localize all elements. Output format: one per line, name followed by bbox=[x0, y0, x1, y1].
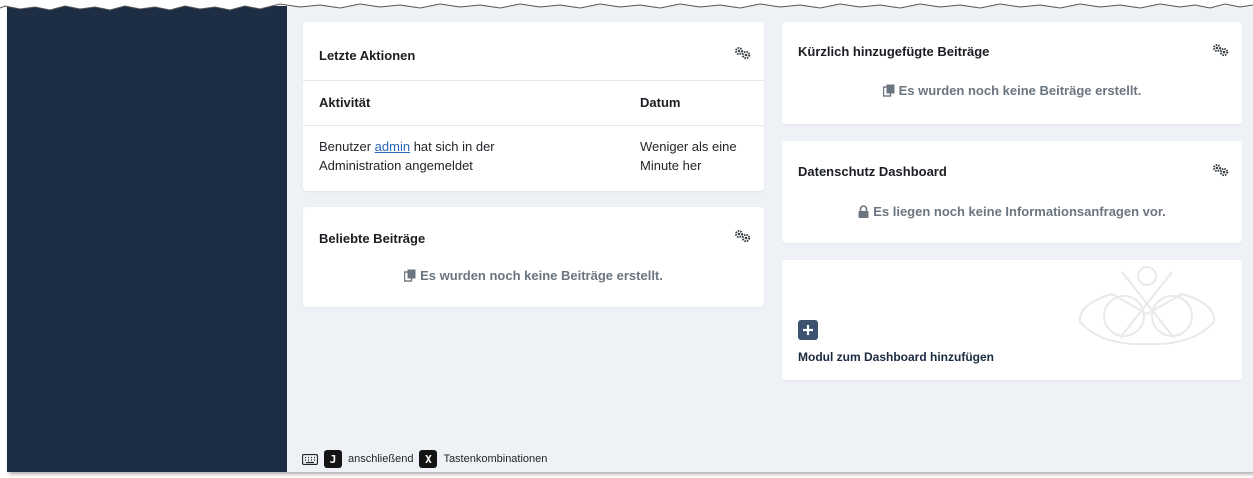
empty-message: Es wurden noch keine Beiträge erstellt. bbox=[420, 268, 663, 283]
torn-edge-decoration bbox=[0, 0, 1253, 11]
activity-text: Administration angemeldet bbox=[319, 158, 473, 173]
recent-posts-title: Kürzlich hinzugefügte Beiträge bbox=[798, 44, 990, 59]
recent-posts-card: Kürzlich hinzugefügte Beiträge Es wurden… bbox=[782, 22, 1242, 124]
activity-text: hat sich in der bbox=[410, 139, 495, 154]
date-text: Weniger als eine bbox=[640, 139, 737, 154]
keyboard-shortcuts-hint: J anschließend X Tastenkombinationen bbox=[302, 450, 547, 468]
table-row-date: Weniger als eine Minute her bbox=[640, 137, 760, 175]
gears-icon[interactable] bbox=[734, 46, 752, 60]
shortcut-label[interactable]: Tastenkombinationen bbox=[443, 453, 547, 465]
column-header-activity: Aktivität bbox=[319, 95, 371, 110]
privacy-dashboard-title: Datenschutz Dashboard bbox=[798, 164, 947, 179]
copy-icon bbox=[403, 269, 416, 282]
shortcut-then-text: anschließend bbox=[348, 453, 414, 465]
table-row-activity: Benutzer admin hat sich in der Administr… bbox=[319, 137, 619, 175]
gears-icon[interactable] bbox=[734, 229, 752, 243]
empty-message: Es liegen noch keine Informationsanfrage… bbox=[873, 204, 1166, 219]
sidebar bbox=[7, 6, 287, 472]
copy-icon bbox=[882, 84, 895, 97]
add-module-button[interactable] bbox=[798, 320, 818, 340]
emblem-watermark-icon bbox=[1078, 266, 1216, 346]
add-module-card[interactable]: Modul zum Dashboard hinzufügen bbox=[782, 260, 1242, 380]
card-divider bbox=[303, 80, 764, 81]
shortcut-key-j: J bbox=[324, 450, 342, 468]
date-text: Minute her bbox=[640, 158, 702, 173]
privacy-dashboard-card: Datenschutz Dashboard Es liegen noch kei… bbox=[782, 141, 1242, 243]
column-header-date: Datum bbox=[640, 95, 681, 110]
shortcut-key-x: X bbox=[419, 450, 438, 468]
gears-icon[interactable] bbox=[1212, 163, 1230, 177]
recent-actions-title: Letzte Aktionen bbox=[319, 48, 416, 63]
keyboard-icon bbox=[302, 453, 318, 465]
activity-text: Benutzer bbox=[319, 139, 375, 154]
popular-posts-card: Beliebte Beiträge Es wurden noch keine B… bbox=[303, 207, 764, 307]
recent-actions-card: Letzte Aktionen Aktivität Datum Benutzer… bbox=[303, 22, 764, 191]
popular-posts-empty: Es wurden noch keine Beiträge erstellt. bbox=[303, 268, 764, 283]
lock-icon bbox=[858, 205, 869, 218]
gears-icon[interactable] bbox=[1212, 43, 1230, 57]
empty-message: Es wurden noch keine Beiträge erstellt. bbox=[898, 83, 1142, 98]
add-module-label[interactable]: Modul zum Dashboard hinzufügen bbox=[798, 350, 994, 364]
privacy-empty: Es liegen noch keine Informationsanfrage… bbox=[782, 204, 1242, 219]
plus-icon bbox=[803, 325, 813, 335]
table-divider bbox=[303, 125, 764, 126]
user-link[interactable]: admin bbox=[375, 139, 410, 154]
popular-posts-title: Beliebte Beiträge bbox=[319, 231, 426, 246]
recent-posts-empty: Es wurden noch keine Beiträge erstellt. bbox=[782, 83, 1242, 98]
